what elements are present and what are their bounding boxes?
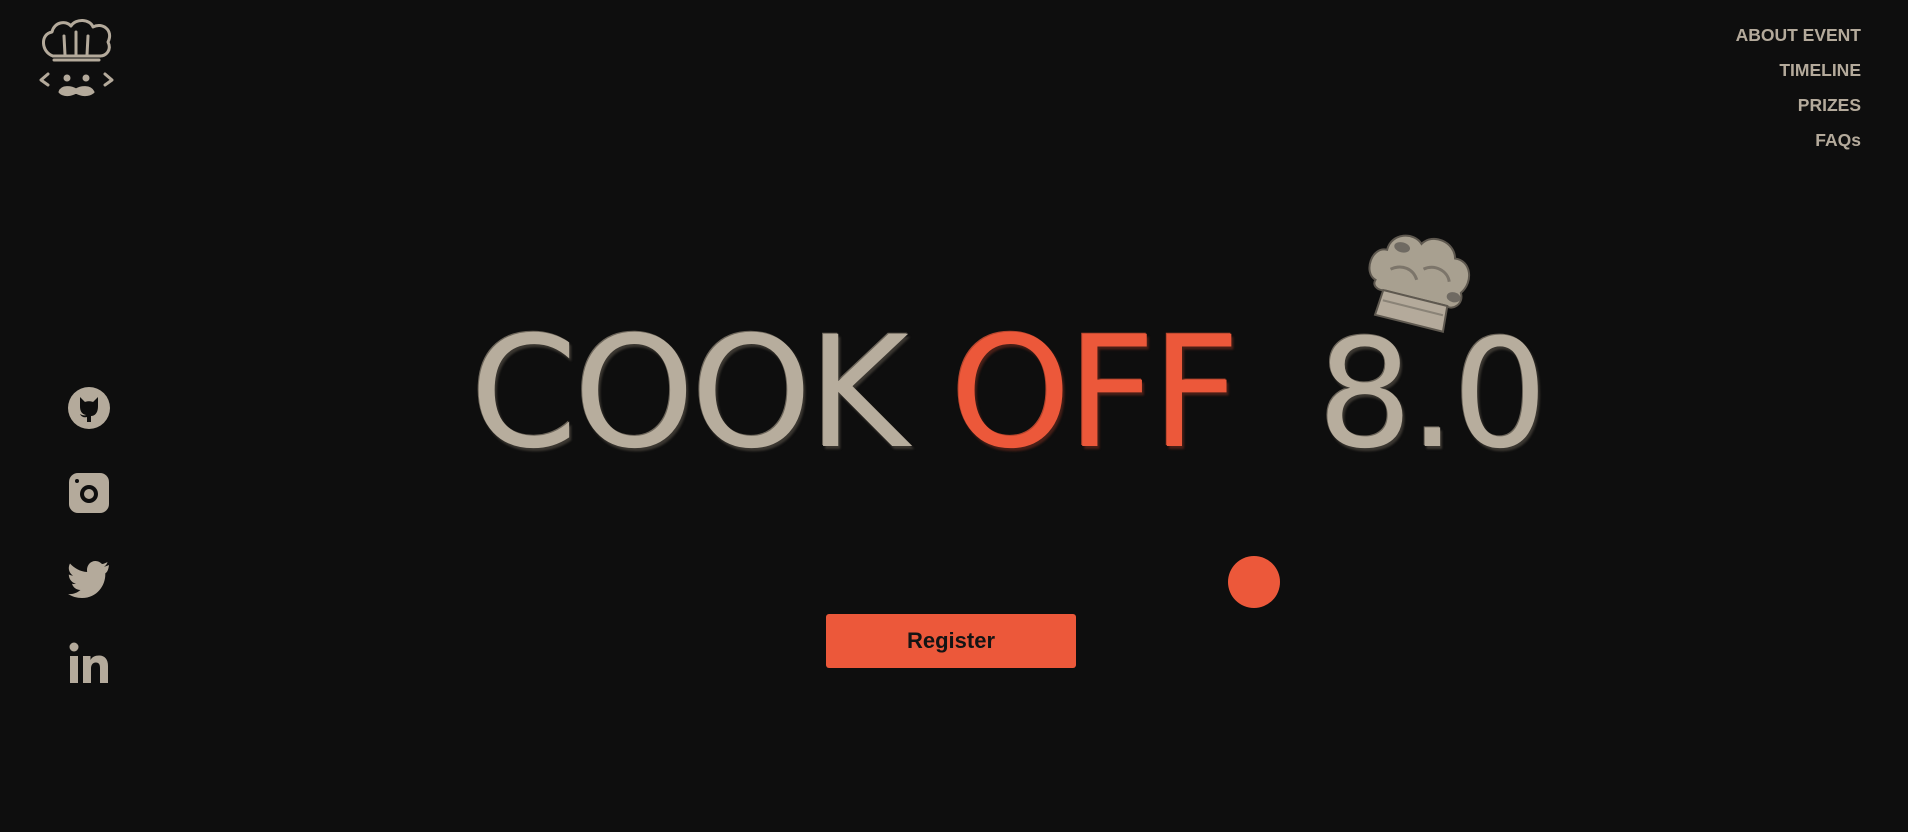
instagram-icon[interactable] xyxy=(67,471,111,515)
accent-dot xyxy=(1228,556,1280,608)
nav-timeline[interactable]: TIMELINE xyxy=(1736,53,1861,88)
title-cook: COOK xyxy=(470,304,909,483)
social-links xyxy=(67,386,111,726)
nav-prizes[interactable]: PRIZES xyxy=(1736,88,1861,123)
chef-mustache-logo-icon xyxy=(39,19,114,97)
chef-hat-icon xyxy=(1368,234,1470,333)
site-logo[interactable] xyxy=(38,16,116,102)
github-icon[interactable] xyxy=(67,386,111,430)
hero-hat xyxy=(1356,228,1476,354)
nav-about-event[interactable]: ABOUT EVENT xyxy=(1736,18,1861,53)
linkedin-icon[interactable] xyxy=(67,641,111,685)
register-button[interactable]: Register xyxy=(826,614,1076,668)
nav-faqs[interactable]: FAQs xyxy=(1736,123,1861,158)
twitter-icon[interactable] xyxy=(67,556,111,600)
main-nav: ABOUT EVENT TIMELINE PRIZES FAQs xyxy=(1736,18,1861,158)
title-off: OFF xyxy=(949,304,1240,483)
